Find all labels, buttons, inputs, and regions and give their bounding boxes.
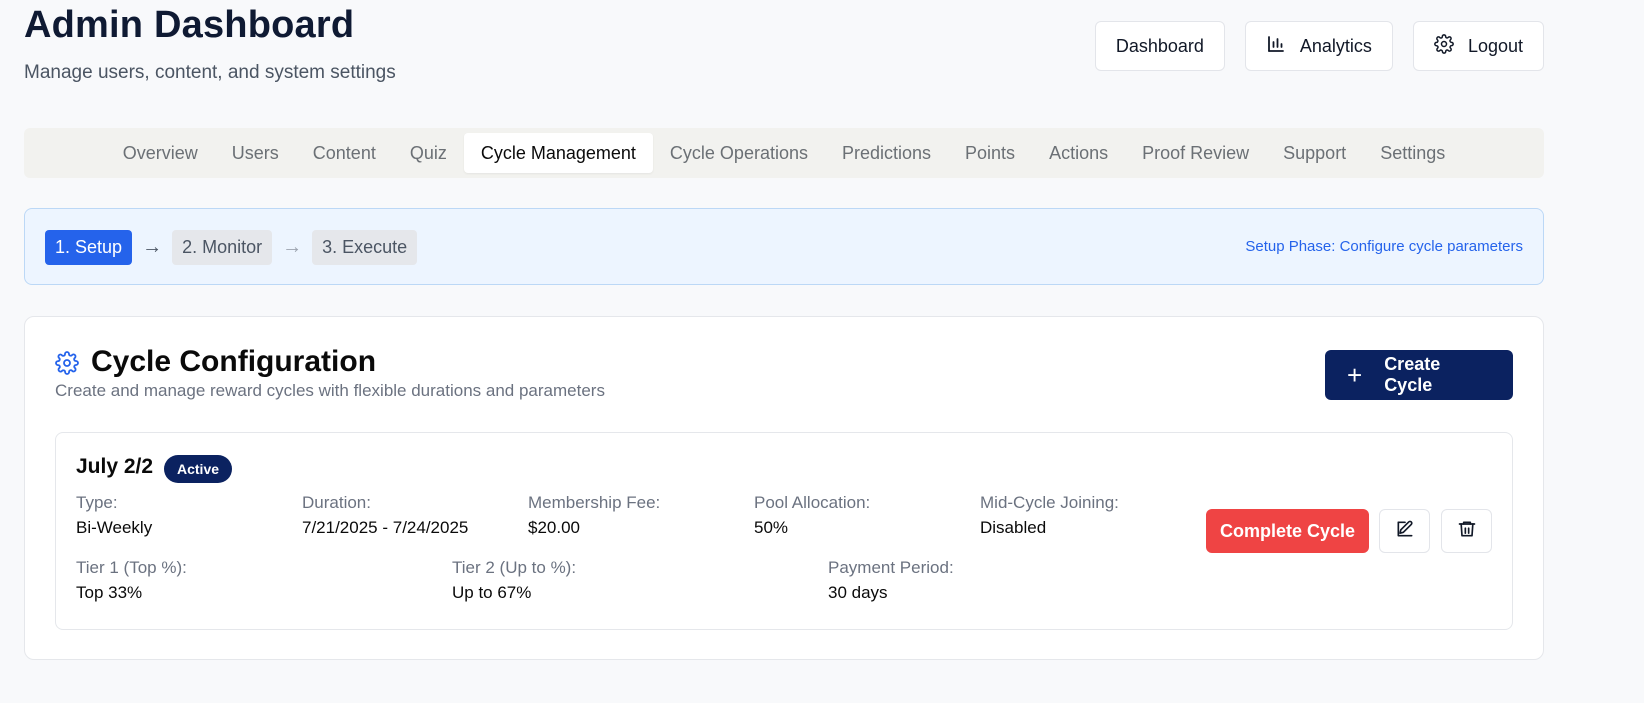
- tab-settings[interactable]: Settings: [1363, 133, 1462, 173]
- phase-banner: 1. Setup → 2. Monitor → 3. Execute Setup…: [24, 208, 1544, 285]
- complete-cycle-button[interactable]: Complete Cycle: [1206, 509, 1369, 553]
- logout-button[interactable]: Logout: [1412, 21, 1544, 71]
- field-payment-period: Payment Period: 30 days: [828, 558, 954, 603]
- field-membership-fee: Membership Fee: $20.00: [528, 493, 660, 538]
- create-cycle-button[interactable]: + Create Cycle: [1325, 350, 1513, 400]
- trash-icon: [1457, 519, 1477, 544]
- gear-icon: [55, 351, 79, 375]
- field-label: Payment Period:: [828, 558, 954, 577]
- gear-icon: [1434, 33, 1454, 59]
- step-execute[interactable]: 3. Execute: [312, 230, 418, 265]
- field-pool-allocation: Pool Allocation: 50%: [754, 493, 870, 538]
- tab-actions[interactable]: Actions: [1032, 133, 1125, 173]
- analytics-button[interactable]: Analytics: [1244, 21, 1393, 71]
- field-label: Tier 1 (Top %):: [76, 558, 187, 577]
- dashboard-button-label: Dashboard: [1115, 35, 1204, 56]
- tab-cycle-operations[interactable]: Cycle Operations: [653, 133, 825, 173]
- field-value: Disabled: [980, 518, 1047, 537]
- field-value: Up to 67%: [452, 583, 532, 602]
- field-mid-cycle-joining: Mid-Cycle Joining: Disabled: [980, 493, 1119, 538]
- step-arrow: →: [282, 236, 303, 258]
- step-arrow: →: [142, 236, 163, 258]
- phase-note: Setup Phase: Configure cycle parameters: [1245, 238, 1523, 255]
- create-cycle-label: Create Cycle: [1384, 354, 1441, 395]
- admin-tabs: Overview Users Content Quiz Cycle Manage…: [24, 128, 1544, 178]
- tab-predictions[interactable]: Predictions: [825, 133, 948, 173]
- logout-button-label: Logout: [1467, 35, 1523, 56]
- field-value: Top 33%: [76, 583, 143, 602]
- status-badge: Active: [164, 455, 233, 483]
- field-label: Mid-Cycle Joining:: [980, 493, 1119, 512]
- field-label: Type:: [76, 493, 118, 512]
- field-type: Type: Bi-Weekly: [76, 493, 152, 538]
- field-value: Bi-Weekly: [76, 518, 153, 537]
- field-label: Pool Allocation:: [754, 493, 871, 512]
- page-subtitle: Manage users, content, and system settin…: [24, 62, 396, 83]
- field-value: 7/21/2025 - 7/24/2025: [302, 518, 469, 537]
- field-label: Membership Fee:: [528, 493, 661, 512]
- header-actions: Dashboard Analytics Logout: [1094, 21, 1544, 71]
- tab-quiz[interactable]: Quiz: [393, 133, 464, 173]
- analytics-button-label: Analytics: [1299, 35, 1372, 56]
- admin-page: Admin Dashboard Manage users, content, a…: [0, 0, 1644, 703]
- cycle-configuration-card: Cycle Configuration Create and manage re…: [24, 316, 1544, 660]
- field-tier-2: Tier 2 (Up to %): Up to 67%: [452, 558, 576, 603]
- edit-icon: [1395, 519, 1415, 544]
- field-value: 30 days: [828, 583, 888, 602]
- card-title: Cycle Configuration: [91, 345, 377, 378]
- page-header: Admin Dashboard Manage users, content, a…: [24, 0, 1544, 100]
- step-monitor[interactable]: 2. Monitor: [172, 230, 273, 265]
- dashboard-button[interactable]: Dashboard: [1094, 21, 1225, 71]
- step-setup[interactable]: 1. Setup: [45, 230, 133, 265]
- cycle-item: July 2/2 Active Type: Bi-Weekly Duration…: [55, 432, 1513, 630]
- tab-proof-review[interactable]: Proof Review: [1125, 133, 1266, 173]
- card-description: Create and manage reward cycles with fle…: [55, 381, 605, 400]
- delete-cycle-button[interactable]: [1441, 509, 1492, 553]
- bar-chart-icon: [1266, 34, 1286, 59]
- tab-cycle-management[interactable]: Cycle Management: [463, 133, 653, 173]
- tab-support[interactable]: Support: [1266, 133, 1363, 173]
- field-label: Tier 2 (Up to %):: [452, 558, 577, 577]
- tab-points[interactable]: Points: [948, 133, 1032, 173]
- field-duration: Duration: 7/21/2025 - 7/24/2025: [302, 493, 468, 538]
- field-tier-1: Tier 1 (Top %): Top 33%: [76, 558, 187, 603]
- field-value: $20.00: [528, 518, 580, 537]
- tab-overview[interactable]: Overview: [106, 133, 215, 173]
- tab-users[interactable]: Users: [215, 133, 296, 173]
- field-label: Duration:: [302, 493, 371, 512]
- edit-cycle-button[interactable]: [1379, 509, 1430, 553]
- cycle-name: July 2/2: [76, 455, 154, 478]
- page-title: Admin Dashboard: [24, 4, 355, 46]
- phase-steps: 1. Setup → 2. Monitor → 3. Execute: [45, 230, 418, 265]
- tab-content[interactable]: Content: [296, 133, 393, 173]
- field-value: 50%: [754, 518, 789, 537]
- plus-icon: +: [1347, 360, 1363, 390]
